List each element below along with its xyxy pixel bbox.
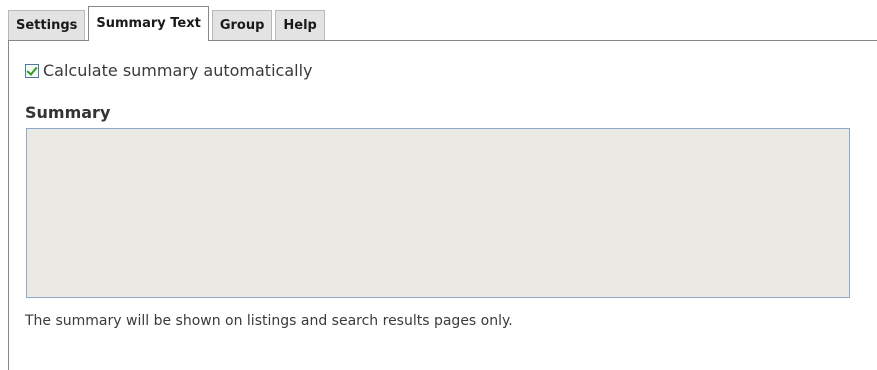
- summary-help-text: The summary will be shown on listings an…: [25, 313, 513, 329]
- calculate-summary-label[interactable]: Calculate summary automatically: [43, 61, 312, 81]
- tab-summary-text[interactable]: Summary Text: [88, 6, 209, 41]
- summary-textarea[interactable]: [26, 128, 850, 298]
- calculate-summary-option[interactable]: Calculate summary automatically: [25, 61, 312, 81]
- tab-settings[interactable]: Settings: [8, 10, 86, 40]
- tab-help[interactable]: Help: [275, 10, 325, 40]
- summary-text-panel: Calculate summary automatically Summary …: [8, 40, 877, 370]
- checkmark-icon: [26, 64, 38, 76]
- calculate-summary-checkbox[interactable]: [25, 64, 39, 78]
- summary-heading: Summary: [25, 103, 111, 122]
- tab-group[interactable]: Group: [211, 10, 273, 40]
- tab-bar: Settings Summary Text Group Help: [8, 6, 328, 41]
